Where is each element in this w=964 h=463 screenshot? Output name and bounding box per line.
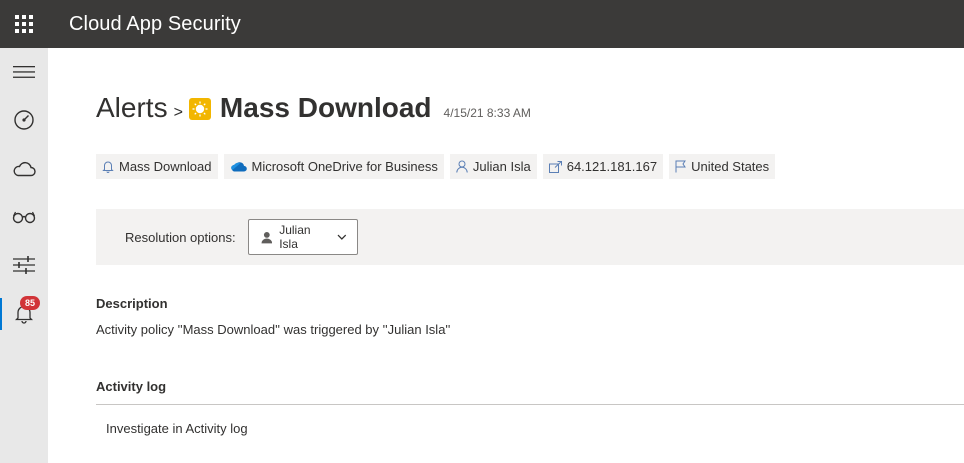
description-heading: Description bbox=[96, 296, 168, 311]
top-bar: Cloud App Security bbox=[0, 0, 964, 48]
nav-item-control[interactable] bbox=[0, 245, 48, 285]
app-launcher-icon bbox=[15, 15, 33, 33]
investigate-activity-log-link[interactable]: Investigate in Activity log bbox=[106, 421, 248, 436]
nav-menu-toggle[interactable] bbox=[0, 52, 48, 92]
resolution-options-label: Resolution options: bbox=[125, 229, 236, 245]
nav-item-alerts[interactable]: 85 bbox=[0, 294, 48, 334]
nav-item-discover[interactable] bbox=[0, 149, 48, 189]
flag-icon bbox=[675, 160, 687, 173]
pill-app[interactable]: Microsoft OneDrive for Business bbox=[223, 154, 444, 179]
breadcrumb-alerts[interactable]: Alerts bbox=[96, 92, 168, 124]
left-nav-rail: 85 bbox=[0, 48, 48, 463]
app-title: Cloud App Security bbox=[69, 12, 241, 35]
ip-address-icon bbox=[548, 160, 562, 173]
investigate-glasses-icon bbox=[12, 211, 36, 224]
control-sliders-icon bbox=[13, 256, 35, 274]
onedrive-cloud-icon bbox=[230, 162, 247, 172]
resolution-bar: Resolution options: Julian Isla bbox=[96, 209, 964, 265]
pill-user[interactable]: Julian Isla bbox=[449, 154, 537, 179]
user-icon bbox=[456, 160, 468, 173]
description-text: Activity policy ''Mass Download'' was tr… bbox=[96, 322, 451, 337]
policy-bell-icon bbox=[102, 161, 114, 173]
pill-location[interactable]: United States bbox=[669, 154, 776, 179]
nav-item-investigate[interactable] bbox=[0, 197, 48, 237]
pill-label: 64.121.181.167 bbox=[566, 159, 658, 174]
pill-label: United States bbox=[691, 159, 770, 174]
alerts-count-badge: 85 bbox=[20, 296, 40, 310]
pill-policy[interactable]: Mass Download bbox=[96, 154, 218, 179]
cloud-icon bbox=[13, 161, 36, 177]
pill-label: Julian Isla bbox=[472, 159, 531, 174]
activity-log-divider bbox=[96, 404, 964, 405]
alert-entity-pills: Mass Download Microsoft OneDrive for Bus… bbox=[96, 154, 781, 179]
medium-severity-sun-icon bbox=[188, 98, 211, 120]
resolution-dropdown-value: Julian Isla bbox=[279, 223, 311, 251]
breadcrumb-separator: > bbox=[173, 104, 183, 121]
activity-log-heading: Activity log bbox=[96, 379, 167, 394]
pill-label: Mass Download bbox=[119, 159, 212, 174]
pill-label: Microsoft OneDrive for Business bbox=[251, 159, 438, 174]
alert-title: Mass Download bbox=[219, 92, 432, 123]
user-filled-icon bbox=[261, 231, 272, 243]
hamburger-menu-icon bbox=[13, 66, 35, 78]
dashboard-gauge-icon bbox=[14, 110, 34, 130]
resolution-options-dropdown[interactable]: Julian Isla bbox=[247, 219, 358, 255]
alert-timestamp: 4/15/21 8:33 AM bbox=[443, 106, 531, 120]
app-launcher-button[interactable] bbox=[0, 0, 48, 48]
main-content: Alerts > Mass Download 4/15/21 8:33 AM M… bbox=[48, 48, 964, 463]
page-header: Alerts > Mass Download 4/15/21 8:33 AM bbox=[96, 92, 531, 124]
chevron-down-icon bbox=[337, 234, 347, 240]
nav-item-dashboard[interactable] bbox=[0, 100, 48, 140]
pill-ip-address[interactable]: 64.121.181.167 bbox=[542, 154, 664, 179]
